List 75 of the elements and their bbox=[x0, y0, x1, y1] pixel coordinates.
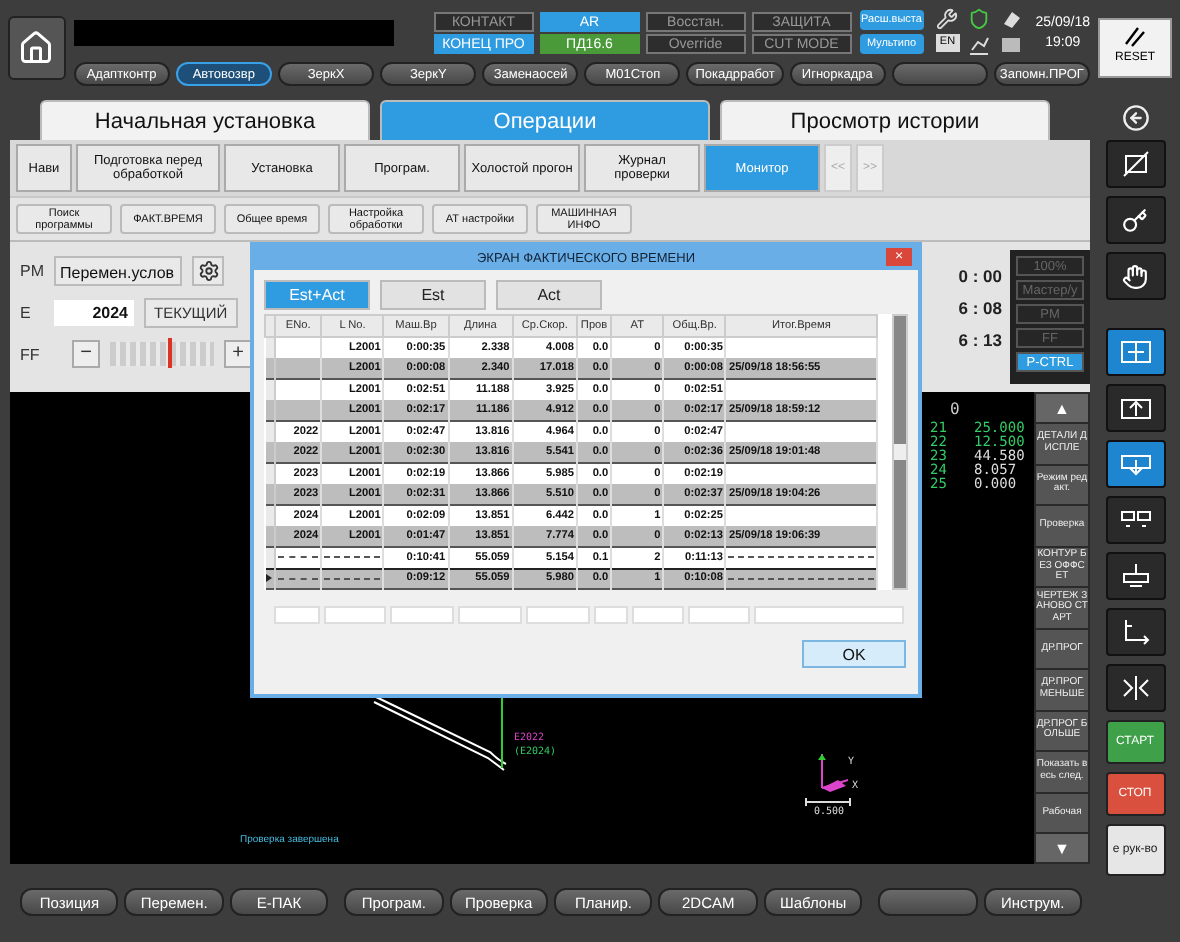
tank-icon bbox=[1119, 562, 1151, 590]
eraser-icon bbox=[999, 8, 1022, 30]
summary-field bbox=[526, 606, 590, 624]
condition-dropdown[interactable]: Перемен.услов bbox=[54, 255, 182, 285]
home-icon bbox=[18, 30, 55, 66]
dashed-line bbox=[324, 577, 381, 580]
settings-button[interactable] bbox=[192, 255, 224, 285]
summary-field bbox=[594, 606, 628, 624]
blank-button[interactable] bbox=[878, 888, 978, 916]
increase-button[interactable]: + bbox=[224, 340, 252, 368]
summary-field bbox=[632, 606, 684, 624]
summary-field bbox=[390, 606, 454, 624]
double-slash-icon bbox=[1122, 24, 1147, 48]
shield-icon bbox=[967, 8, 990, 30]
hand-icon bbox=[1122, 263, 1148, 289]
tool-button[interactable] bbox=[1105, 328, 1165, 376]
home-button[interactable] bbox=[8, 16, 66, 80]
scroll-down-button[interactable]: ▼ bbox=[1036, 834, 1088, 862]
path-icon bbox=[1119, 618, 1151, 646]
card-icon bbox=[999, 34, 1022, 56]
tool-button[interactable] bbox=[1105, 496, 1165, 544]
row-header[interactable] bbox=[265, 547, 276, 568]
back-icon[interactable] bbox=[1121, 104, 1149, 132]
scroll-up-button[interactable]: ▲ bbox=[1036, 394, 1088, 422]
tool-button[interactable] bbox=[1105, 384, 1165, 432]
mode-tab[interactable]: Est bbox=[380, 280, 486, 310]
dashed-line bbox=[324, 556, 381, 559]
row-header[interactable] bbox=[265, 379, 276, 400]
summary-field bbox=[688, 606, 750, 624]
expand-icon bbox=[1119, 338, 1151, 366]
dashed-line bbox=[278, 577, 319, 580]
tab[interactable]: Начальная установка bbox=[40, 100, 370, 140]
row-header[interactable] bbox=[265, 442, 276, 463]
key-button[interactable] bbox=[1105, 196, 1165, 244]
decrease-button[interactable]: − bbox=[72, 340, 100, 368]
row-header[interactable] bbox=[265, 526, 276, 547]
wrench-icon bbox=[935, 8, 958, 30]
current-row-icon bbox=[265, 574, 271, 583]
tool-button[interactable] bbox=[1105, 608, 1165, 656]
lower-icon bbox=[1119, 450, 1151, 478]
pm-label: PM bbox=[20, 261, 44, 279]
ok-button[interactable]: OK bbox=[802, 640, 906, 668]
function-key[interactable] bbox=[891, 62, 988, 86]
time-value: 0 : 00 bbox=[958, 266, 1002, 286]
scale-bar bbox=[804, 798, 852, 806]
time-value: 6 : 08 bbox=[958, 298, 1002, 318]
tool-button[interactable] bbox=[1105, 664, 1165, 712]
summary-field bbox=[274, 606, 320, 624]
time-value: 6 : 13 bbox=[958, 330, 1002, 350]
chart-icon bbox=[967, 34, 990, 56]
row-header[interactable] bbox=[265, 421, 276, 442]
counter-text: 0 bbox=[950, 400, 960, 418]
scrollbar[interactable] bbox=[892, 314, 908, 590]
no-display-button[interactable] bbox=[1105, 140, 1165, 188]
mode-tab[interactable]: Act bbox=[496, 280, 602, 310]
dashed-line bbox=[278, 556, 319, 559]
row-header[interactable] bbox=[265, 484, 276, 505]
hand-button[interactable] bbox=[1105, 252, 1165, 300]
summary-field bbox=[324, 606, 386, 624]
tool-button[interactable] bbox=[1105, 552, 1165, 600]
row-header[interactable] bbox=[265, 400, 276, 421]
summary-field bbox=[458, 606, 522, 624]
row-header[interactable] bbox=[265, 463, 276, 484]
clamp-icon bbox=[1119, 674, 1151, 702]
row-header[interactable] bbox=[265, 568, 276, 589]
e-label: E bbox=[20, 303, 33, 321]
row-header[interactable] bbox=[265, 505, 276, 526]
key-icon bbox=[1122, 207, 1148, 233]
tab[interactable]: Просмотр истории bbox=[720, 100, 1050, 140]
e-number-field[interactable]: 2024 bbox=[54, 299, 134, 325]
ff-label: FF bbox=[20, 345, 42, 363]
row-header[interactable] bbox=[265, 358, 276, 379]
lift-icon bbox=[1119, 394, 1151, 422]
tool-button[interactable] bbox=[1105, 440, 1165, 488]
feed-slider[interactable] bbox=[110, 342, 214, 366]
